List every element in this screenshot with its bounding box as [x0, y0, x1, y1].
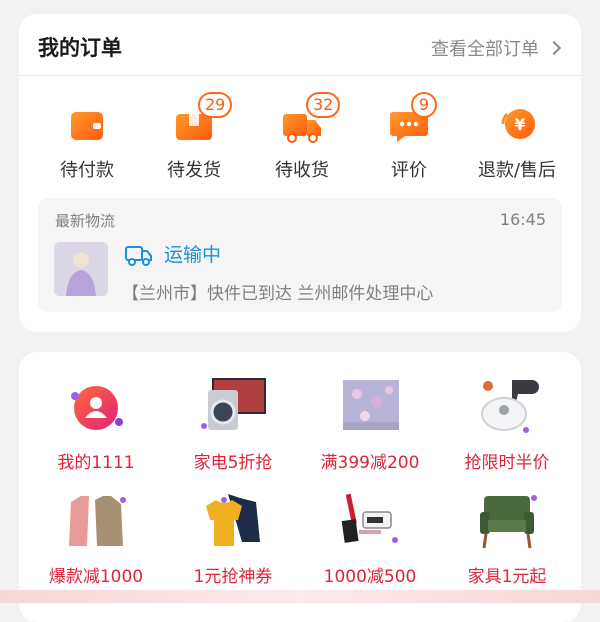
svg-text:¥: ¥: [514, 115, 525, 134]
promo-1yuan-coupon[interactable]: 1元抢神券: [163, 490, 303, 587]
promo-half-price[interactable]: 抢限时半价: [437, 376, 577, 473]
status-label: 待付款: [60, 160, 114, 181]
truck-icon: 32: [282, 92, 341, 144]
orders-header: 我的订单 查看全部订单: [19, 14, 581, 76]
logistics-time: 16:45: [499, 210, 546, 229]
orders-title: 我的订单: [38, 36, 122, 60]
promo-my-1111[interactable]: 我的1111: [26, 376, 166, 473]
promo-label: 满399减200: [320, 453, 420, 473]
product-thumbnail: [54, 242, 108, 296]
status-pending-payment[interactable]: 待付款: [37, 104, 137, 182]
refund-yuan-icon: ¥: [497, 104, 537, 144]
hoodie-icon: [198, 490, 268, 552]
comment-icon: 9: [389, 92, 437, 144]
bedding-icon: [335, 376, 405, 438]
wallet-icon: [67, 104, 107, 144]
armchair-icon: [472, 490, 542, 552]
promo-label: 我的1111: [57, 453, 135, 473]
status-label: 评价: [391, 160, 427, 181]
promo-card: 我的1111 家电5折抢 满399减200 抢限时半价 爆款减1000 1元抢神…: [19, 352, 581, 622]
promo-399-off-200[interactable]: 满399减200: [300, 376, 440, 473]
latest-logistics-panel[interactable]: 最新物流 16:45 运输中 【兰州市】快件已到达 兰州邮件处理中心: [38, 198, 562, 312]
review-count-badge: 9: [411, 92, 437, 118]
order-status-row: 待付款 29 待发货 32 待收货 9 评价 ¥ 退款/售后: [19, 92, 581, 194]
promo-furniture[interactable]: 家具1元起: [437, 490, 577, 587]
package-icon: 29: [174, 92, 233, 144]
appliance-icon: [198, 376, 268, 438]
chevron-right-icon: [546, 40, 562, 56]
view-all-orders-link[interactable]: 查看全部订单: [431, 35, 562, 61]
promo-label: 1元抢神券: [193, 567, 273, 587]
robot-vacuum-icon: [472, 376, 542, 438]
logistics-detail: 【兰州市】快件已到达 兰州邮件处理中心: [122, 284, 434, 304]
to-ship-count-badge: 29: [198, 92, 233, 118]
promo-label: 家具1元起: [467, 567, 547, 587]
status-label: 待发货: [167, 160, 221, 181]
orders-card: 我的订单 查看全部订单 待付款 29 待发货 32 待收货 9 评价 ¥ 退款/…: [19, 14, 581, 332]
user-badge-icon: [61, 376, 131, 438]
bottom-banner-edge: [0, 590, 600, 603]
promo-appliance[interactable]: 家电5折抢: [163, 376, 303, 473]
promo-hot-1000-off[interactable]: 爆款减1000: [26, 490, 166, 587]
status-review[interactable]: 9 评价: [359, 92, 459, 182]
promo-label: 爆款减1000: [48, 567, 144, 587]
promo-label: 抢限时半价: [464, 453, 550, 473]
status-to-receive[interactable]: 32 待收货: [252, 92, 352, 182]
logistics-status: 运输中: [164, 244, 222, 266]
promo-label: 1000减500: [323, 567, 417, 587]
status-label: 退款/售后: [477, 160, 557, 181]
logistics-title: 最新物流: [55, 212, 116, 230]
status-to-ship[interactable]: 29 待发货: [144, 92, 244, 182]
cosmetics-icon: [335, 490, 405, 552]
promo-label: 家电5折抢: [193, 453, 273, 473]
delivery-truck-icon: [125, 243, 153, 271]
status-refund-aftersale[interactable]: ¥ 退款/售后: [467, 104, 567, 182]
view-all-label: 查看全部订单: [431, 39, 539, 60]
to-receive-count-badge: 32: [306, 92, 341, 118]
status-label: 待收货: [275, 160, 329, 181]
promo-1000-off-500[interactable]: 1000减500: [300, 490, 440, 587]
coat-icon: [61, 490, 131, 552]
